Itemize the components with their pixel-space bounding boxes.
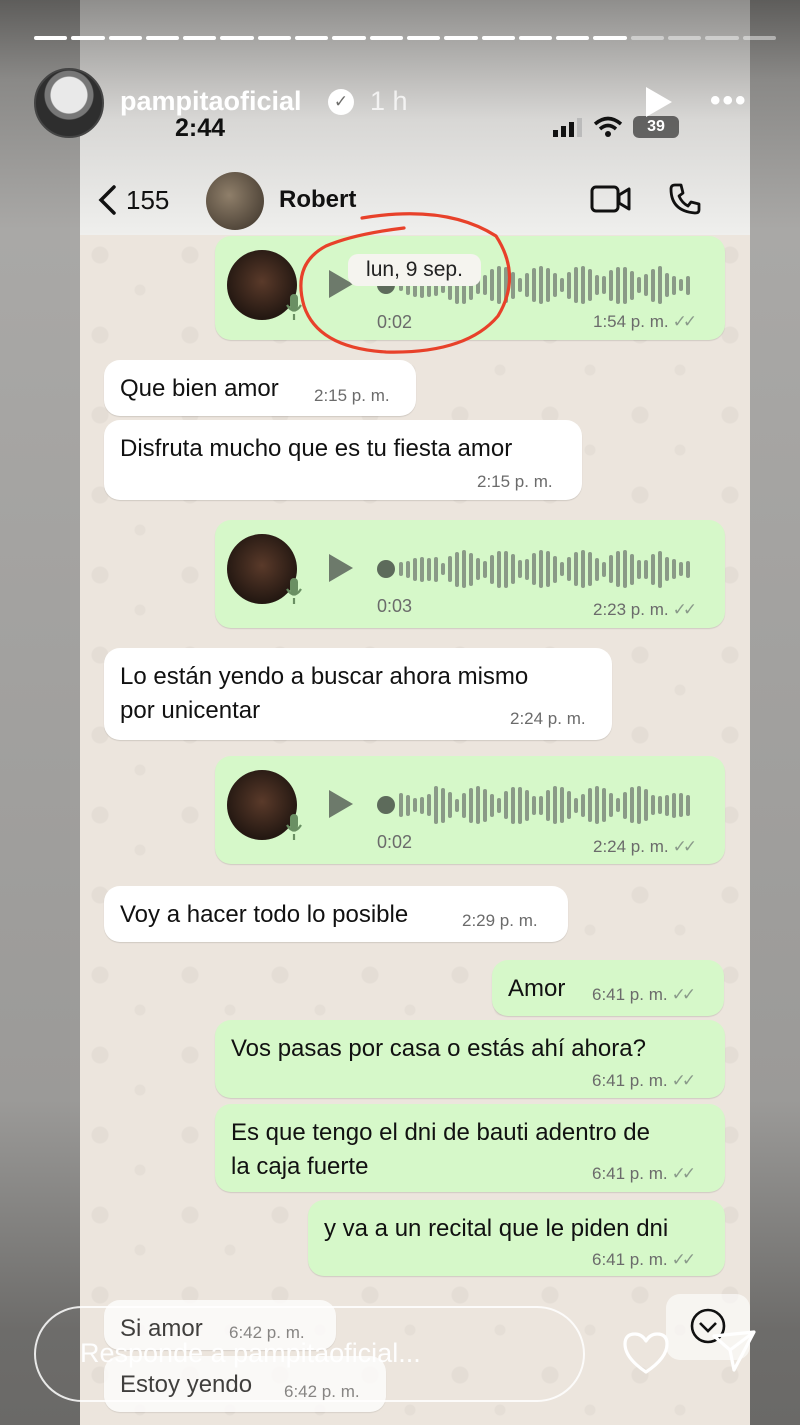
more-icon[interactable]: ••• xyxy=(710,84,748,118)
message-bubble[interactable]: Disfruta mucho que es tu fiesta amor 2:15… xyxy=(104,420,582,500)
phone-call-icon[interactable] xyxy=(668,182,702,216)
message-time: 2:24 p. m. ✓✓ xyxy=(593,837,697,856)
story-progress-segment xyxy=(630,36,665,40)
message-time: 6:41 p. m. ✓✓ xyxy=(592,1164,696,1183)
play-icon[interactable] xyxy=(329,790,353,818)
send-icon[interactable] xyxy=(710,1328,758,1374)
story-progress-segment xyxy=(668,36,702,40)
story-progress-segment xyxy=(593,36,627,40)
voice-duration: 0:02 xyxy=(377,832,413,852)
video-call-icon[interactable] xyxy=(590,184,632,214)
story-progress-segment xyxy=(481,36,515,40)
contact-name[interactable]: Robert xyxy=(279,186,356,214)
read-ticks-icon: ✓✓ xyxy=(672,837,697,856)
heart-icon[interactable] xyxy=(621,1330,671,1376)
waveform[interactable] xyxy=(399,546,699,592)
story-progress-segment xyxy=(34,36,68,40)
voice-message[interactable]: 0:03 2:23 p. m. ✓✓ xyxy=(215,520,725,628)
message-time: 6:41 p. m. ✓✓ xyxy=(592,1250,696,1269)
voice-duration: 0:03 xyxy=(377,596,413,616)
message-time: 2:24 p. m. xyxy=(510,709,586,728)
message-text: Es que tengo el dni de bauti adentro de l… xyxy=(231,1119,650,1180)
avatar[interactable] xyxy=(34,68,104,138)
playhead-dot[interactable] xyxy=(377,560,395,578)
story-progress-segment xyxy=(257,36,292,40)
unread-count: 155 xyxy=(126,184,170,215)
message-time: 2:15 p. m. xyxy=(314,386,390,405)
story-progress-segment xyxy=(183,36,217,40)
read-ticks-icon: ✓✓ xyxy=(672,600,697,619)
story-progress-segment xyxy=(145,36,180,40)
message-time: 6:41 p. m. ✓✓ xyxy=(592,1071,696,1090)
story-progress-segment xyxy=(295,36,329,40)
back-button[interactable]: 155 xyxy=(96,184,169,216)
read-ticks-icon: ✓✓ xyxy=(671,985,696,1004)
story-progress-segment xyxy=(742,36,776,40)
message-bubble[interactable]: Lo están yendo a buscar ahora mismo por u… xyxy=(104,648,612,740)
message-bubble[interactable]: Que bien amor 2:15 p. m. xyxy=(104,360,416,416)
story-progress-segment xyxy=(705,36,739,40)
story-progress-segment xyxy=(369,36,403,40)
story-progress-segment xyxy=(444,36,478,40)
red-annotation-circle xyxy=(299,212,512,354)
reply-placeholder: Responde a pampitaoficial... xyxy=(80,1338,421,1368)
story-progress-segment xyxy=(406,36,441,40)
message-bubble[interactable]: Voy a hacer todo lo posible 2:29 p. m. xyxy=(104,886,568,942)
reply-input[interactable]: Responde a pampitaoficial... xyxy=(34,1306,585,1402)
message-text: Vos pasas por casa o estás ahí ahora? xyxy=(231,1035,646,1062)
story-progress-segment xyxy=(71,36,105,40)
read-ticks-icon: ✓✓ xyxy=(671,1071,696,1090)
message-bubble[interactable]: y va a un recital que le piden dni 6:41 p… xyxy=(308,1200,725,1276)
back-chevron-icon xyxy=(98,185,116,215)
story-progress-segment xyxy=(220,36,254,40)
message-time: 6:41 p. m. ✓✓ xyxy=(592,985,696,1004)
message-time: 2:29 p. m. xyxy=(462,911,538,930)
story-progress-segment xyxy=(108,36,142,40)
mic-icon xyxy=(286,578,302,604)
story-header: pampitaoficial ✓ 1 h ••• xyxy=(34,68,776,138)
message-time: 1:54 p. m. ✓✓ xyxy=(593,312,697,331)
story-progress-segment xyxy=(332,36,366,40)
play-icon[interactable] xyxy=(640,84,676,120)
message-bubble[interactable]: Es que tengo el dni de bauti adentro de l… xyxy=(215,1104,725,1192)
read-ticks-icon: ✓✓ xyxy=(671,1164,696,1183)
message-text: Voy a hacer todo lo posible xyxy=(120,901,409,928)
message-bubble[interactable]: Vos pasas por casa o estás ahí ahora? 6:4… xyxy=(215,1020,725,1098)
story-progress xyxy=(34,36,776,40)
message-text: Lo están yendo a buscar ahora mismo por u… xyxy=(120,663,529,724)
story-progress-segment xyxy=(556,36,590,40)
read-ticks-icon: ✓✓ xyxy=(671,1250,696,1269)
waveform[interactable] xyxy=(399,782,699,828)
message-text: y va a un recital que le piden dni xyxy=(324,1215,669,1242)
message-text: Que bien amor xyxy=(120,375,279,402)
message-bubble[interactable]: Amor 6:41 p. m. ✓✓ xyxy=(492,960,724,1016)
play-icon[interactable] xyxy=(329,554,353,582)
message-text: Disfruta mucho que es tu fiesta amor xyxy=(120,435,513,462)
message-time: 2:23 p. m. ✓✓ xyxy=(593,600,697,619)
verified-icon: ✓ xyxy=(328,89,354,115)
story-time-ago: 1 h xyxy=(370,86,408,116)
read-ticks-icon: ✓✓ xyxy=(672,312,697,331)
story-username[interactable]: pampitaoficial xyxy=(120,86,302,117)
mic-icon xyxy=(286,814,302,840)
playhead-dot[interactable] xyxy=(377,796,395,814)
message-time: 2:15 p. m. xyxy=(477,472,553,491)
story-progress-segment xyxy=(518,36,553,40)
message-text: Amor xyxy=(508,975,566,1002)
contact-avatar[interactable] xyxy=(206,172,264,230)
voice-message[interactable]: 0:02 2:24 p. m. ✓✓ xyxy=(215,756,725,864)
